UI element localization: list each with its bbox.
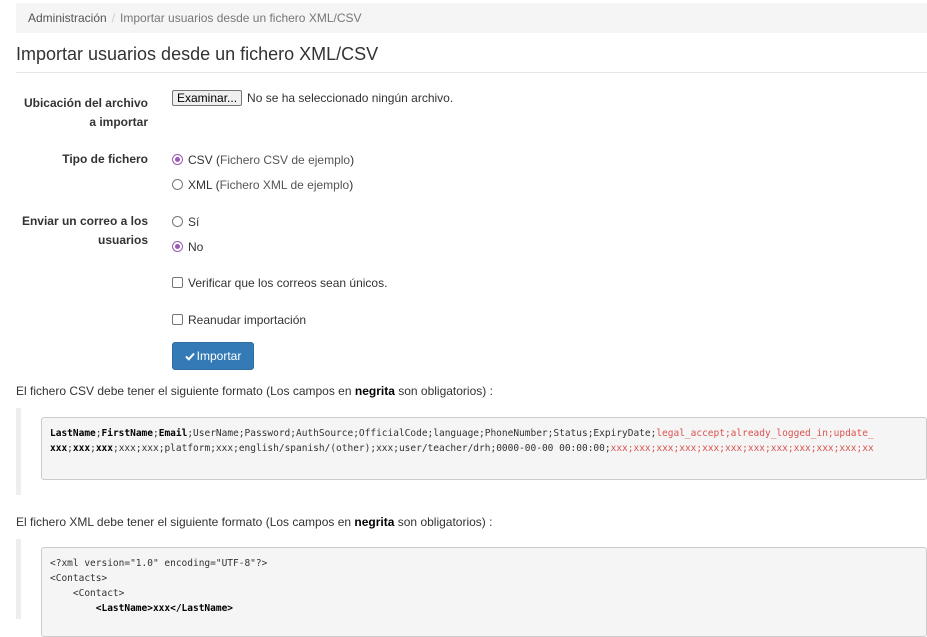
file-field: Examinar... No se ha seleccionado ningún … xyxy=(172,90,453,106)
breadcrumb-separator: / xyxy=(111,11,116,25)
send-mail-option-yes[interactable]: Sí xyxy=(172,214,199,230)
csv-paren-close: ) xyxy=(350,153,355,167)
csv-optional-fields: ;UserName;Password;AuthSource;OfficialCo… xyxy=(187,428,657,439)
breadcrumb: Administración / Importar usuarios desde u… xyxy=(16,3,927,33)
resume-import-label: Reanudar importación xyxy=(188,313,307,327)
send-mail-no-label: No xyxy=(188,240,204,254)
unique-emails-option[interactable]: Verificar que los correos sean únicos. xyxy=(172,275,387,291)
xml-paren-close: ) xyxy=(349,178,354,192)
csv-required-field: FirstName xyxy=(101,428,153,439)
csv-required-value: xxx xyxy=(50,443,68,454)
csv-extra-fields: legal_accept;already_logged_in;update_ xyxy=(656,428,874,439)
page-title: Importar usuarios desde un fichero XML/C… xyxy=(16,44,927,73)
csv-intro-text-end: son obligatorios) : xyxy=(394,384,493,398)
csv-radio-label: CSV xyxy=(188,153,213,167)
xml-example-link[interactable]: Fichero XML de ejemplo xyxy=(220,178,350,192)
csv-required-value: xxx xyxy=(95,443,113,454)
xml-intro-bold: negrita xyxy=(354,515,395,529)
xml-paren-open: ( xyxy=(212,178,220,192)
csv-format-blockquote: LastName;FirstName;Email;UserName;Passwo… xyxy=(16,408,927,495)
file-location-label: Ubicación del archivo a importar xyxy=(23,96,148,129)
import-button-label: Importar xyxy=(196,349,242,363)
send-mail-yes-radio[interactable] xyxy=(172,216,183,227)
csv-extra-values: xxx;xxx;xxx;xxx;xxx;xxx;xxx;xxx;xxx;xxx;… xyxy=(610,443,874,454)
csv-radio[interactable] xyxy=(172,154,183,165)
xml-radio[interactable] xyxy=(172,179,183,190)
csv-example-link[interactable]: Fichero CSV de ejemplo xyxy=(220,153,350,167)
csv-format-intro: El fichero CSV debe tener el siguiente f… xyxy=(16,384,493,398)
csv-intro-bold: negrita xyxy=(354,384,395,398)
browse-button[interactable]: Examinar... xyxy=(172,90,243,106)
send-mail-yes-label: Sí xyxy=(188,215,200,229)
csv-header-line: LastName;FirstName;Email;UserName;Passwo… xyxy=(50,428,874,439)
unique-emails-label: Verificar que los correos sean únicos. xyxy=(188,276,388,290)
csv-required-value: xxx xyxy=(72,443,91,454)
xml-line: <?xml version="1.0" encoding="UTF-8"?> xyxy=(50,558,268,569)
file-status: No se ha seleccionado ningún archivo. xyxy=(247,91,454,105)
send-mail-no-radio[interactable] xyxy=(172,241,183,252)
csv-required-field: Email xyxy=(158,428,188,439)
send-mail-option-no[interactable]: No xyxy=(172,239,203,255)
resume-import-option[interactable]: Reanudar importación xyxy=(172,312,306,328)
file-type-label: Tipo de fichero xyxy=(62,152,148,166)
unique-emails-checkbox[interactable] xyxy=(172,277,183,288)
xml-line: <Contacts> xyxy=(50,573,108,584)
xml-intro-text: El fichero XML debe tener el siguiente f… xyxy=(16,515,355,529)
send-mail-label: Enviar un correo a los usuarios xyxy=(21,214,148,247)
resume-import-checkbox[interactable] xyxy=(172,314,183,325)
xml-format-blockquote: <?xml version="1.0" encoding="UTF-8"?> <C… xyxy=(16,539,927,637)
import-button[interactable]: Importar xyxy=(172,342,254,370)
csv-example-line: xxx;xxx;xxx;xxx;xxx;platform;xxx;english… xyxy=(50,443,874,454)
breadcrumb-home[interactable]: Administración xyxy=(28,11,107,25)
file-type-option-xml[interactable]: XML (Fichero XML de ejemplo) xyxy=(172,177,353,193)
csv-required-field: LastName xyxy=(50,428,96,439)
xml-radio-label: XML xyxy=(188,178,213,192)
file-type-option-csv[interactable]: CSV (Fichero CSV de ejemplo) xyxy=(172,152,354,168)
xml-format-intro: El fichero XML debe tener el siguiente f… xyxy=(16,515,492,529)
csv-optional-values: ;xxx;xxx;platform;xxx;english/spanish/(o… xyxy=(112,443,611,454)
breadcrumb-current: Importar usuarios desde un fichero XML/C… xyxy=(120,11,362,25)
csv-format-code: LastName;FirstName;Email;UserName;Passwo… xyxy=(41,417,927,480)
xml-required-line: <LastName>xxx</LastName> xyxy=(50,603,234,614)
xml-line: <LastName>xxx</LastName> xyxy=(50,601,918,616)
xml-line: <Contact> xyxy=(50,588,125,599)
xml-intro-text-end: son obligatorios) : xyxy=(394,515,493,529)
csv-intro-text: El fichero CSV debe tener el siguiente f… xyxy=(16,384,355,398)
csv-paren-open: ( xyxy=(212,153,221,167)
check-icon xyxy=(184,352,195,361)
xml-format-code: <?xml version="1.0" encoding="UTF-8"?> <C… xyxy=(41,547,927,637)
